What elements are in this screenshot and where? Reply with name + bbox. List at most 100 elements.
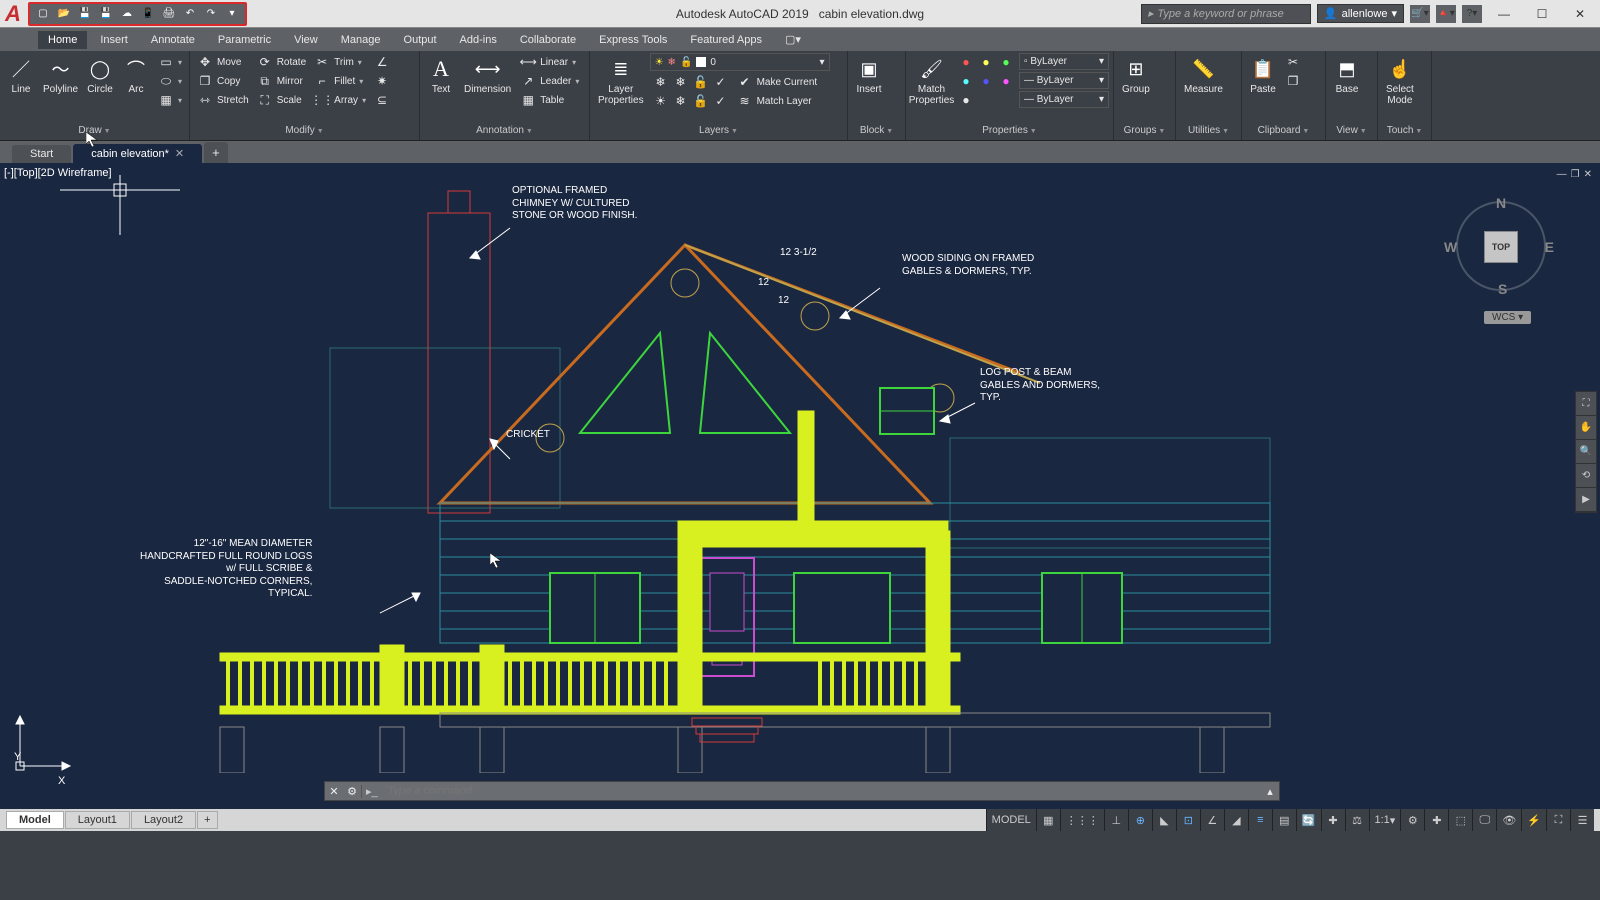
status-qp-icon[interactable]: ⬚ [1448, 809, 1472, 831]
status-model[interactable]: MODEL [986, 809, 1036, 831]
viewcube-top[interactable]: TOP [1484, 231, 1518, 263]
stretch-button[interactable]: ⇿Stretch [194, 91, 252, 109]
wcs-badge[interactable]: WCS ▾ [1484, 311, 1531, 324]
fillet-button[interactable]: ⌐Fillet [311, 72, 369, 90]
tab-home[interactable]: Home [38, 31, 87, 49]
viewcube[interactable]: N S E W TOP WCS ▾ [1440, 183, 1560, 323]
drawing-canvas[interactable]: [-][Top][2D Wireframe] — ❐ ✕ N S E W TOP… [0, 163, 1600, 809]
status-ui-icon[interactable]: 🖵 [1472, 809, 1496, 831]
a360-icon[interactable]: 🔺▾ [1436, 5, 1456, 23]
vp-max-icon[interactable]: ❐ [1571, 169, 1580, 180]
panel-view-title[interactable]: View [1330, 123, 1373, 138]
linetype-selector[interactable]: — ByLayer▾ [1019, 91, 1109, 108]
close-button[interactable]: ✕ [1564, 2, 1596, 26]
user-menu[interactable]: 👤allenlowe▾ [1317, 4, 1404, 23]
lineweight-selector[interactable]: — ByLayer▾ [1019, 72, 1109, 89]
status-gear-icon[interactable]: ⚙ [1400, 809, 1424, 831]
fullnav-icon[interactable]: ⛶ [1576, 392, 1596, 416]
status-3dosnap-icon[interactable]: ∠ [1200, 809, 1224, 831]
panel-block-title[interactable]: Block [852, 123, 901, 138]
compass-w[interactable]: W [1444, 239, 1457, 255]
status-polar-icon[interactable]: ⊕ [1128, 809, 1152, 831]
hatch-button[interactable]: ▦ [155, 91, 185, 109]
colsw3[interactable]: ● [955, 91, 1017, 109]
status-trans-icon[interactable]: ▤ [1272, 809, 1296, 831]
circle-button[interactable]: ◯Circle [83, 53, 117, 98]
rectangle-button[interactable]: ▭ [155, 53, 185, 71]
trim-button[interactable]: ✂Trim [311, 53, 369, 71]
match-layer-button[interactable]: ≋Match Layer [734, 92, 821, 110]
panel-modify-title[interactable]: Modify [194, 123, 415, 138]
table-button[interactable]: ▦Table [517, 91, 582, 109]
status-custom-icon[interactable]: ☰ [1570, 809, 1594, 831]
status-otrack-icon[interactable]: ◢ [1224, 809, 1248, 831]
tab-output[interactable]: Output [394, 31, 447, 49]
command-line[interactable]: ✕ ⚙ ▸_ ▴ [324, 781, 1280, 801]
search-input[interactable]: ▸Type a keyword or phrase [1141, 4, 1311, 24]
doctab-start[interactable]: Start [12, 145, 71, 163]
maximize-button[interactable]: ☐ [1526, 2, 1558, 26]
exchange-icon[interactable]: 🛒▾ [1410, 5, 1430, 23]
cut-button[interactable]: ✂ [1282, 53, 1304, 71]
insert-button[interactable]: ▣Insert [852, 53, 886, 98]
tab-parametric[interactable]: Parametric [208, 31, 281, 49]
minimize-button[interactable]: — [1488, 2, 1520, 26]
colsw[interactable]: ●●● [955, 53, 1017, 71]
status-cycling-icon[interactable]: 🔄 [1296, 809, 1321, 831]
status-clean-icon[interactable]: ⛶ [1546, 809, 1570, 831]
zoom-icon[interactable]: 🔍 [1576, 440, 1596, 464]
panel-clipboard-title[interactable]: Clipboard [1246, 123, 1321, 138]
copyclip-button[interactable]: ❐ [1282, 72, 1304, 90]
status-plus-icon[interactable]: ✚ [1424, 809, 1448, 831]
open-icon[interactable]: 📂 [54, 5, 74, 23]
lstate2[interactable]: ☀❄🔓✓ [650, 92, 732, 110]
cmdline-history-icon[interactable]: ▴ [1261, 785, 1279, 798]
tab-layout1[interactable]: Layout1 [65, 811, 130, 829]
tab-addlayout[interactable]: + [197, 811, 217, 829]
make-current-button[interactable]: ✔Make Current [734, 73, 821, 91]
cmdline-config-icon[interactable]: ⚙ [343, 785, 361, 798]
status-annoscale-icon[interactable]: ⚖ [1345, 809, 1369, 831]
panel-annotation-title[interactable]: Annotation [424, 123, 585, 138]
command-input[interactable] [382, 785, 1261, 797]
panel-utilities-title[interactable]: Utilities [1180, 123, 1237, 138]
status-iso-icon[interactable]: ◣ [1152, 809, 1176, 831]
ucs-icon[interactable]: YX [8, 708, 78, 781]
panel-touch-title[interactable]: Touch [1382, 123, 1427, 138]
pan-icon[interactable]: ✋ [1576, 416, 1596, 440]
save-icon[interactable]: 💾 [75, 5, 95, 23]
tab-addins[interactable]: Add-ins [450, 31, 507, 49]
explode-button[interactable]: ✷ [371, 72, 393, 90]
compass-n[interactable]: N [1496, 195, 1506, 211]
lstate1[interactable]: ❄❄🔓✓ [650, 73, 732, 91]
mirror-button[interactable]: ⧉Mirror [254, 72, 309, 90]
tab-view[interactable]: View [284, 31, 328, 49]
panel-layers-title[interactable]: Layers [594, 123, 843, 138]
web-icon[interactable]: ☁ [117, 5, 137, 23]
rotate-button[interactable]: ⟳Rotate [254, 53, 309, 71]
base-button[interactable]: ⬒Base [1330, 53, 1364, 98]
polyline-button[interactable]: 〜Polyline [40, 53, 81, 98]
panel-groups-title[interactable]: Groups [1118, 123, 1171, 138]
tab-more-icon[interactable]: ▢▾ [775, 30, 811, 49]
tab-annotate[interactable]: Annotate [141, 31, 205, 49]
vp-min-icon[interactable]: — [1557, 169, 1567, 180]
status-annomon-icon[interactable]: ✚ [1321, 809, 1345, 831]
scale-button[interactable]: ⛶Scale [254, 91, 309, 109]
tab-collaborate[interactable]: Collaborate [510, 31, 586, 49]
offset-button[interactable]: ⊆ [371, 91, 393, 109]
status-isolate-icon[interactable]: 👁 [1496, 809, 1521, 831]
tab-featuredapps[interactable]: Featured Apps [680, 31, 772, 49]
help-icon[interactable]: ?▾ [1462, 5, 1482, 23]
showmotion-icon[interactable]: ▶ [1576, 488, 1596, 512]
mobile-icon[interactable]: 📱 [138, 5, 158, 23]
tab-model[interactable]: Model [6, 811, 64, 829]
selectmode-button[interactable]: ☝Select Mode [1382, 53, 1418, 109]
array-button[interactable]: ⋮⋮Array [311, 91, 369, 109]
ellipse-button[interactable]: ⬭ [155, 72, 185, 90]
copy-button[interactable]: ❐Copy [194, 72, 252, 90]
orbit-icon[interactable]: ⟲ [1576, 464, 1596, 488]
cmdline-close-icon[interactable]: ✕ [325, 785, 343, 798]
arc-button[interactable]: ⌒Arc [119, 53, 153, 98]
paste-button[interactable]: 📋Paste [1246, 53, 1280, 98]
